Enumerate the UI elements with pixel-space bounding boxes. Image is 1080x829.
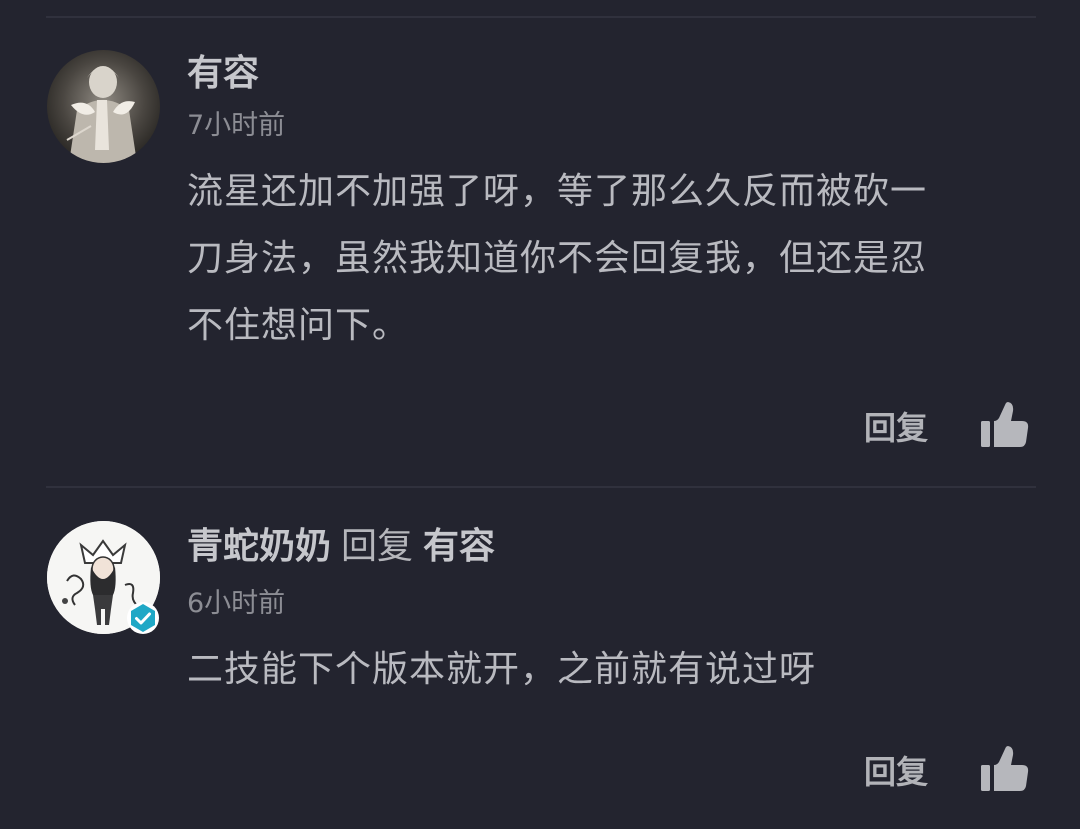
comment-text-line: 二技能下个版本就开，之前就有说过呀: [187, 649, 817, 690]
divider: [46, 486, 1036, 488]
thumbs-up-icon[interactable]: [979, 745, 1029, 793]
comment-header: 有容: [187, 52, 259, 96]
reply-indicator: 回复: [341, 526, 414, 567]
comment-text-line: 流星还加不加强了呀，等了那么久反而被砍一: [187, 171, 928, 212]
thumbs-up-icon[interactable]: [979, 401, 1029, 449]
comment-header: 青蛇奶奶 回复 有容: [187, 525, 495, 569]
comment-text-line: 刀身法，虽然我知道你不会回复我，但还是忍: [187, 238, 928, 279]
comment-feed: 有容 7小时前 流星还加不加强了呀，等了那么久反而被砍一 刀身法，虽然我知道你不…: [0, 0, 1080, 829]
comment-text-line: 不住想问下。: [187, 305, 410, 346]
author-name[interactable]: 青蛇奶奶: [187, 526, 331, 567]
comment-text: 流星还加不加强了呀，等了那么久反而被砍一 刀身法，虽然我知道你不会回复我，但还是…: [187, 158, 1037, 359]
comment-text: 二技能下个版本就开，之前就有说过呀: [187, 636, 1037, 703]
user-avatar-illustration: [47, 50, 160, 163]
timestamp: 7小时前: [187, 110, 286, 141]
reply-button[interactable]: 回复: [864, 408, 928, 448]
author-name[interactable]: 有容: [187, 53, 259, 94]
reply-button[interactable]: 回复: [864, 752, 928, 792]
verified-check-icon: [127, 602, 159, 634]
divider: [46, 16, 1036, 18]
avatar[interactable]: [47, 50, 160, 163]
reply-target-name[interactable]: 有容: [423, 526, 495, 567]
timestamp: 6小时前: [187, 588, 286, 619]
